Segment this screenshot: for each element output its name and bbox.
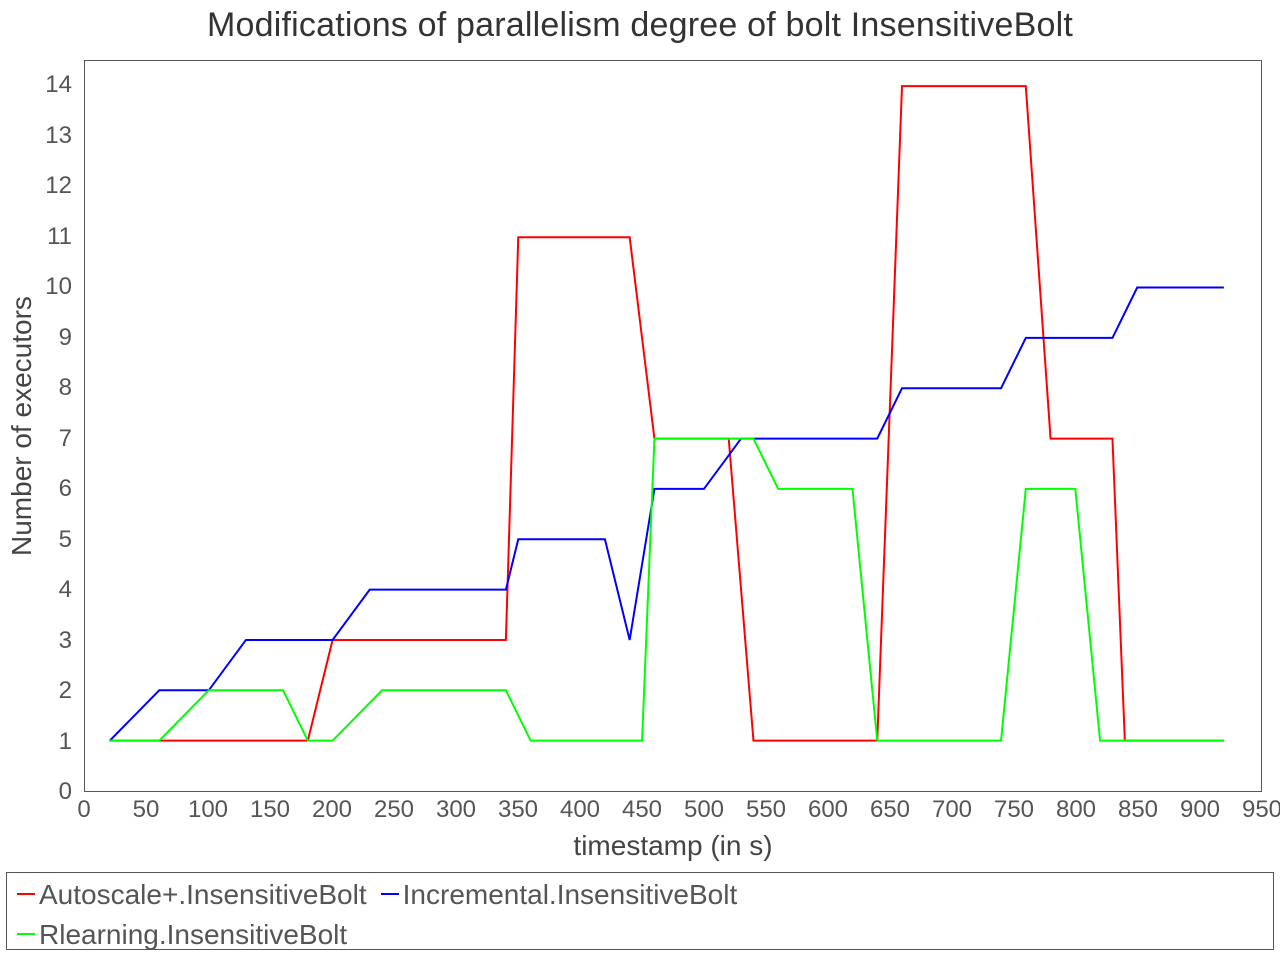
y-tick-label: 1 [59, 728, 72, 756]
y-tick-label: 9 [59, 324, 72, 352]
series-line [110, 288, 1224, 741]
y-tick-label: 4 [59, 576, 72, 604]
y-tick-label: 14 [45, 71, 72, 99]
y-tick-label: 8 [59, 374, 72, 402]
x-tick-label: 700 [932, 796, 972, 824]
page-title: Modifications of parallelism degree of b… [0, 6, 1280, 45]
x-axis-label: timestamp (in s) [84, 830, 1262, 862]
y-tick-label: 7 [59, 425, 72, 453]
legend-swatch-icon [381, 893, 399, 895]
legend-label: Rlearning.InsensitiveBolt [39, 919, 347, 951]
legend-item-rlearning: Rlearning.InsensitiveBolt [17, 919, 347, 951]
x-tick-label: 550 [746, 796, 786, 824]
x-tick-label: 600 [808, 796, 848, 824]
x-tick-label: 300 [436, 796, 476, 824]
y-tick-label: 3 [59, 627, 72, 655]
x-tick-label: 800 [1056, 796, 1096, 824]
x-tick-label: 950 [1242, 796, 1280, 824]
x-tick-label: 0 [77, 796, 90, 824]
y-tick-label: 12 [45, 172, 72, 200]
legend-item-autoscale: Autoscale+.InsensitiveBolt [17, 879, 367, 911]
series-line [110, 86, 1224, 740]
plot-svg [85, 61, 1261, 791]
plot-area [84, 60, 1262, 792]
x-tick-label: 150 [250, 796, 290, 824]
x-tick-label: 350 [498, 796, 538, 824]
x-tick-label: 650 [870, 796, 910, 824]
legend-swatch-icon [17, 933, 35, 935]
legend-item-incremental: Incremental.InsensitiveBolt [381, 879, 738, 911]
y-tick-label: 6 [59, 475, 72, 503]
x-tick-label: 850 [1118, 796, 1158, 824]
x-tick-label: 50 [133, 796, 160, 824]
legend-label: Incremental.InsensitiveBolt [403, 879, 738, 911]
y-tick-label: 11 [47, 223, 72, 251]
series-line [110, 439, 1224, 741]
x-tick-label: 100 [188, 796, 228, 824]
y-tick-label: 2 [59, 677, 72, 705]
x-tick-label: 750 [994, 796, 1034, 824]
x-tick-label: 250 [374, 796, 414, 824]
x-tick-label: 400 [560, 796, 600, 824]
y-tick-label: 10 [45, 273, 72, 301]
y-tick-label: 5 [59, 526, 72, 554]
x-tick-label: 200 [312, 796, 352, 824]
x-tick-label: 900 [1180, 796, 1220, 824]
legend-label: Autoscale+.InsensitiveBolt [39, 879, 367, 911]
legend-swatch-icon [17, 893, 35, 895]
x-tick-label: 450 [622, 796, 662, 824]
y-tick-label: 0 [59, 778, 72, 806]
y-axis-ticks: 01234567891011121314 [0, 60, 80, 792]
y-tick-label: 13 [45, 122, 72, 150]
x-tick-label: 500 [684, 796, 724, 824]
legend: Autoscale+.InsensitiveBolt Incremental.I… [6, 872, 1274, 950]
